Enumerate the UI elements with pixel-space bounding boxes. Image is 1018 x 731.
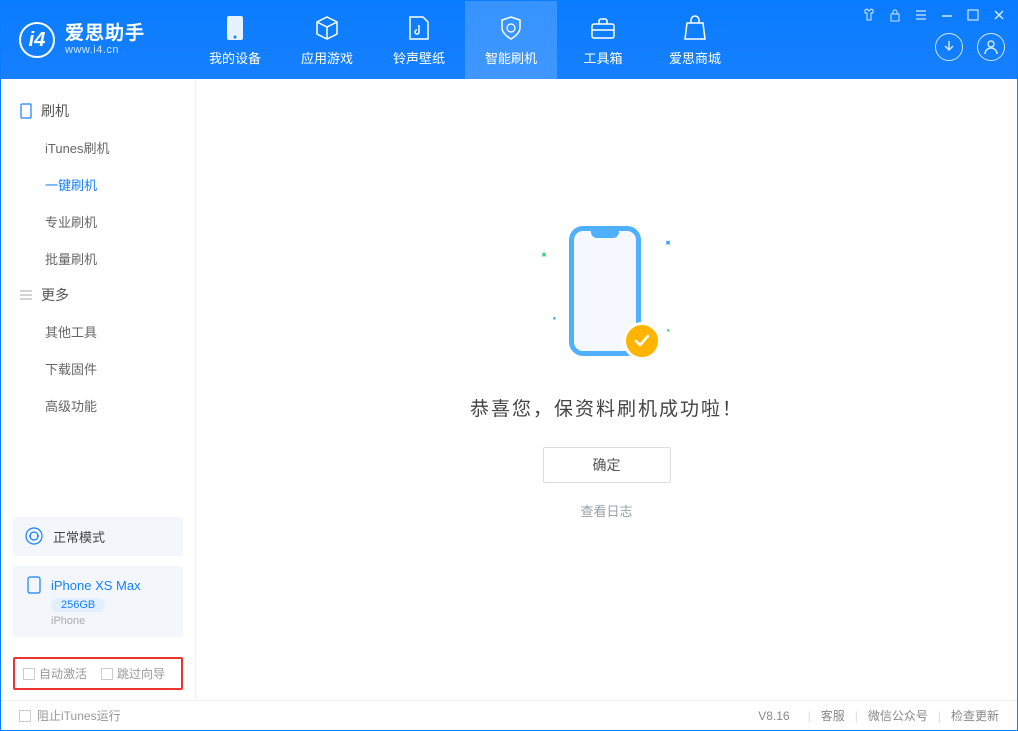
phone-outline-icon (25, 576, 43, 594)
sparkle-icon: ✦ (536, 248, 550, 262)
device-type: iPhone (51, 615, 171, 627)
success-illustration: ✦ ✦ ● ● (517, 220, 697, 370)
user-button[interactable] (977, 33, 1005, 61)
mode-label: 正常模式 (53, 527, 105, 546)
flash-options-highlighted: 自动激活 跳过向导 (13, 657, 183, 690)
shirt-icon[interactable] (861, 7, 877, 23)
lock-icon[interactable] (887, 7, 903, 23)
footer-link-wechat[interactable]: 微信公众号 (868, 707, 928, 724)
nav-label: 铃声壁纸 (393, 48, 445, 67)
sidebar-item-oneclick-flash[interactable]: 一键刷机 (1, 166, 195, 203)
sidebar-group-more: 更多 其他工具 下载固件 高级功能 (1, 277, 195, 424)
checkbox-label: 阻止iTunes运行 (37, 707, 121, 724)
success-message: 恭喜您，保资料刷机成功啦！ (470, 394, 743, 421)
main-content: ✦ ✦ ● ● 恭喜您，保资料刷机成功啦！ 确定 查看日志 (196, 79, 1017, 700)
sidebar-group-title: 刷机 (1, 93, 195, 129)
skip-wizard-checkbox[interactable]: 跳过向导 (101, 665, 165, 682)
nav-toolbox[interactable]: 工具箱 (557, 1, 649, 79)
sparkle-icon: ● (553, 316, 557, 322)
checkbox-icon (19, 710, 31, 722)
sidebar-item-advanced[interactable]: 高级功能 (1, 387, 195, 424)
view-log-link[interactable]: 查看日志 (580, 501, 632, 520)
checkbox-label: 自动激活 (39, 665, 87, 682)
download-button[interactable] (935, 33, 963, 61)
device-panel[interactable]: iPhone XS Max 256GB iPhone (13, 566, 183, 637)
group-label: 刷机 (41, 101, 69, 121)
checkbox-label: 跳过向导 (117, 665, 165, 682)
nav-apps-games[interactable]: 应用游戏 (281, 1, 373, 79)
logo-icon: i4 (19, 22, 55, 58)
device-icon (221, 14, 249, 42)
block-itunes-checkbox[interactable]: 阻止iTunes运行 (19, 707, 121, 724)
sidebar: 刷机 iTunes刷机 一键刷机 专业刷机 批量刷机 更多 其他工具 下载固件 … (1, 79, 196, 700)
checkbox-icon (101, 668, 113, 680)
app-header: i4 爱思助手 www.i4.cn 我的设备 应用游戏 铃声壁纸 智能刷机 工具… (1, 1, 1017, 79)
nav-label: 我的设备 (209, 48, 261, 67)
cube-icon (313, 14, 341, 42)
music-file-icon (405, 14, 433, 42)
mode-panel[interactable]: 正常模式 (13, 517, 183, 556)
sidebar-item-pro-flash[interactable]: 专业刷机 (1, 203, 195, 240)
window-controls (861, 7, 1007, 23)
header-actions (935, 33, 1005, 61)
sidebar-group-title: 更多 (1, 277, 195, 313)
nav-smart-flash[interactable]: 智能刷机 (465, 1, 557, 79)
phone-icon (19, 104, 33, 118)
close-button[interactable] (991, 7, 1007, 23)
app-domain: www.i4.cn (65, 44, 145, 56)
shield-sync-icon (497, 14, 525, 42)
menu-icon[interactable] (913, 7, 929, 23)
footer-link-support[interactable]: 客服 (821, 707, 845, 724)
device-capacity-badge: 256GB (51, 598, 105, 612)
footer-link-update[interactable]: 检查更新 (951, 707, 999, 724)
checkbox-icon (23, 668, 35, 680)
app-logo: i4 爱思助手 www.i4.cn (19, 22, 189, 58)
nav-label: 工具箱 (583, 48, 622, 67)
nav-label: 智能刷机 (485, 48, 537, 67)
sidebar-item-other-tools[interactable]: 其他工具 (1, 313, 195, 350)
menu-icon (19, 288, 33, 302)
nav-ringtones-wallpapers[interactable]: 铃声壁纸 (373, 1, 465, 79)
sparkle-icon: ✦ (660, 236, 674, 250)
nav-my-device[interactable]: 我的设备 (189, 1, 281, 79)
sidebar-group-flash: 刷机 iTunes刷机 一键刷机 专业刷机 批量刷机 (1, 93, 195, 277)
sidebar-item-download-firmware[interactable]: 下载固件 (1, 350, 195, 387)
nav-label: 爱思商城 (669, 48, 721, 67)
sidebar-item-batch-flash[interactable]: 批量刷机 (1, 240, 195, 277)
shopping-bag-icon (681, 14, 709, 42)
device-panels: 正常模式 iPhone XS Max 256GB iPhone (1, 517, 195, 657)
check-badge-icon (623, 322, 661, 360)
nav-store[interactable]: 爱思商城 (649, 1, 741, 79)
nav-label: 应用游戏 (301, 48, 353, 67)
group-label: 更多 (41, 285, 69, 305)
main-nav: 我的设备 应用游戏 铃声壁纸 智能刷机 工具箱 爱思商城 (189, 1, 741, 79)
device-name: iPhone XS Max (51, 578, 141, 593)
app-footer: 阻止iTunes运行 V8.16 | 客服 | 微信公众号 | 检查更新 (1, 700, 1017, 730)
sidebar-item-itunes-flash[interactable]: iTunes刷机 (1, 129, 195, 166)
sync-icon (25, 527, 43, 545)
version-label: V8.16 (758, 709, 789, 723)
app-name: 爱思助手 (65, 24, 145, 45)
confirm-button[interactable]: 确定 (543, 447, 671, 483)
toolbox-icon (589, 14, 617, 42)
minimize-button[interactable] (939, 7, 955, 23)
auto-activate-checkbox[interactable]: 自动激活 (23, 665, 87, 682)
maximize-button[interactable] (965, 7, 981, 23)
sparkle-icon: ● (667, 328, 671, 334)
